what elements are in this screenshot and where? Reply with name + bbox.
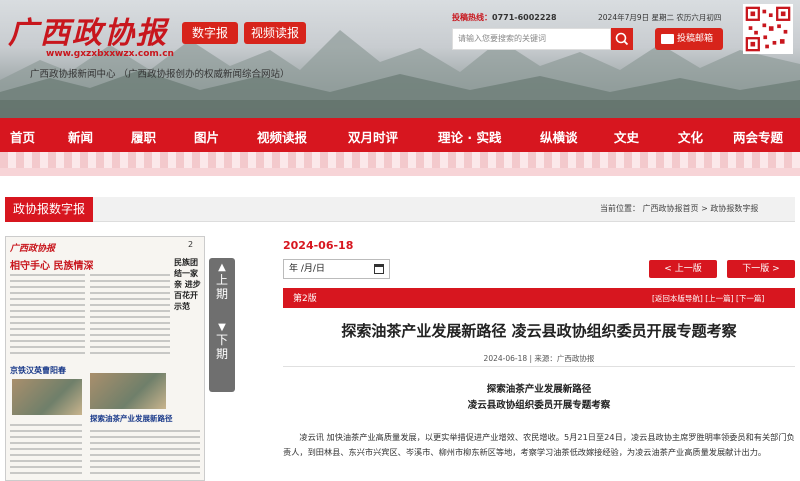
submission-email-label: 投稿邮箱 <box>677 34 714 44</box>
next-issue-char-2: 期 <box>215 347 228 361</box>
previous-edition-button[interactable]: < 上一版 <box>649 260 717 278</box>
search-button[interactable] <box>611 28 633 50</box>
edition-nav-links[interactable]: [返回本版导航] [上一篇] [下一篇] <box>652 293 764 304</box>
submission-email-button[interactable]: 投稿邮箱 <box>655 28 723 50</box>
article-subtitle-2: 凌云县政协组织委员开展专题考察 <box>467 400 611 411</box>
qr-code-icon <box>743 4 793 54</box>
nav-item-history[interactable]: 文史 <box>614 127 639 146</box>
main-nav: 首页 新闻 履职 图片 视频读报 双月时评 理论 · 实践 纵横谈 文史 文化 … <box>0 118 800 152</box>
nav-item-video[interactable]: 视频读报 <box>257 127 307 146</box>
nav-item-photos[interactable]: 图片 <box>194 127 219 146</box>
nav-item-sessions[interactable]: 两会专题 <box>733 127 783 146</box>
publication-date: 2024-06-18 <box>283 239 354 252</box>
nav-item-duty[interactable]: 履职 <box>131 127 156 146</box>
nav-item-forum[interactable]: 纵横谈 <box>540 127 578 146</box>
search-icon <box>615 32 629 46</box>
previous-issue-char-2: 期 <box>215 287 228 301</box>
hotline: 投稿热线：0771-6002228 <box>452 12 557 23</box>
mail-icon <box>661 34 674 44</box>
next-issue-button[interactable]: ▼ 下 期 <box>209 318 235 392</box>
paper-logo: 广西政协报 <box>10 244 56 254</box>
site-subtitle: 广西政协报新闻中心 （广西政协报创办的权威新闻综合网站） <box>30 69 290 80</box>
next-issue-char-1: 下 <box>215 333 228 347</box>
digital-paper-button[interactable]: 数字报 <box>182 22 238 44</box>
hotline-label: 投稿热线： <box>452 13 492 22</box>
hotline-number: 0771-6002228 <box>492 13 557 22</box>
edition-label: 第2版 <box>293 294 317 304</box>
paper-side-headline[interactable]: 民族团结一家亲 进步百花开 示范 <box>174 257 202 312</box>
header-date: 2024年7月9日 星期二 农历六月初四 <box>598 13 722 22</box>
video-read-button[interactable]: 视频读报 <box>244 22 306 44</box>
calendar-icon[interactable] <box>374 264 384 274</box>
paper-headline-2[interactable]: 京铁汉英曹阳春 <box>10 365 66 376</box>
site-header: 广西政协报 www.gxzxbxxwzx.com.cn 广西政协报新闻中心 （广… <box>0 0 800 118</box>
page: 广西政协报 www.gxzxbxxwzx.com.cn 广西政协报新闻中心 （广… <box>0 0 800 481</box>
nav-item-culture[interactable]: 文化 <box>678 127 703 146</box>
article-meta: 2024-06-18 | 来源：广西政协报 <box>483 354 595 363</box>
site-logo[interactable]: 广西政协报 <box>8 8 168 52</box>
decorative-band-lower <box>0 168 800 176</box>
site-url: www.gxzxbxxwzx.com.cn <box>46 49 174 59</box>
next-edition-button[interactable]: 下一版 > <box>727 260 795 278</box>
arrow-down-icon: ▼ <box>218 322 226 333</box>
article-title: 探索油茶产业发展新路径 凌云县政协组织委员开展专题考察 <box>341 322 737 340</box>
nav-item-commentary[interactable]: 双月时评 <box>348 127 398 146</box>
previous-issue-char-1: 上 <box>215 273 228 287</box>
section-title: 政协报数字报 <box>5 197 94 222</box>
arrow-up-icon: ▲ <box>218 262 226 273</box>
paper-text-block <box>10 274 170 354</box>
paper-page-number: 2 <box>188 240 194 249</box>
article-body: 凌云讯 加快油茶产业高质量发展，以更实举措促进产业增效、农民增收。5月21日至2… <box>283 432 795 457</box>
search-input[interactable]: 请输入您要搜索的关键词 <box>452 28 611 50</box>
divider <box>283 366 795 367</box>
breadcrumb: 当前位置： 广西政协报首页 > 政协报数字报 <box>600 204 759 213</box>
paper-photo <box>12 379 82 415</box>
article-subtitle-1: 探索油茶产业发展新路径 <box>486 384 592 395</box>
nav-item-theory[interactable]: 理论 · 实践 <box>438 127 501 146</box>
newspaper-page-thumbnail[interactable]: 广西政协报 2 相守手心 民族情深 民族团结一家亲 进步百花开 示范 京铁汉英曹… <box>5 236 205 481</box>
nav-item-news[interactable]: 新闻 <box>68 127 93 146</box>
paper-photo <box>90 373 166 409</box>
nav-item-home[interactable]: 首页 <box>10 127 35 146</box>
paper-text-block <box>10 424 200 474</box>
paper-headline[interactable]: 相守手心 民族情深 <box>10 257 93 272</box>
